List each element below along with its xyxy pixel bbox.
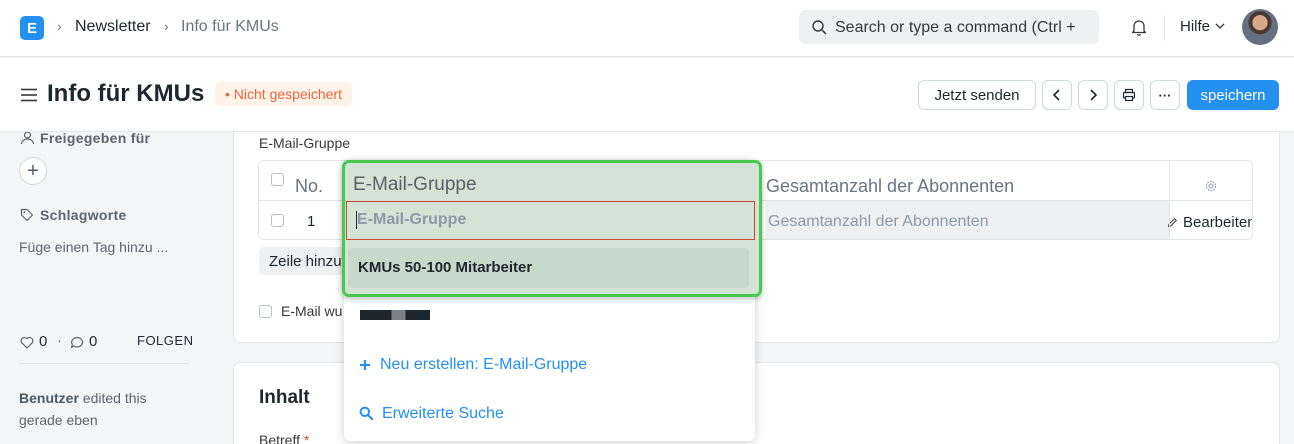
chevron-right-icon xyxy=(1090,89,1098,101)
status-badge-text: Nicht gespeichert xyxy=(233,86,342,102)
sidebar-toggle-icon[interactable] xyxy=(20,88,38,102)
edit-row-button[interactable]: Bearbeiten xyxy=(1183,214,1252,231)
page-head: Info für KMUs • Nicht gespeichert Jetzt … xyxy=(0,58,1294,132)
redacted-option[interactable] xyxy=(360,310,430,320)
chevron-left-icon xyxy=(1052,89,1060,101)
subject-label-text: Betreff xyxy=(259,432,300,444)
app-logo[interactable]: E xyxy=(20,16,44,40)
select-all-checkbox[interactable] xyxy=(271,173,284,186)
row-checkbox[interactable] xyxy=(271,214,284,227)
dropdown-option[interactable]: KMUs 50-100 Mitarbeiter xyxy=(348,248,749,288)
subject-label: Betreff * xyxy=(259,432,309,444)
subscribers-placeholder: Gesamtanzahl der Abonnenten xyxy=(768,213,989,230)
comments-count: 0 xyxy=(89,333,98,350)
search-icon xyxy=(812,20,827,35)
tags-label: Schlagworte xyxy=(40,207,127,223)
subscribers-cell[interactable]: Gesamtanzahl der Abonnenten xyxy=(766,201,1170,239)
printer-icon xyxy=(1122,88,1136,102)
required-mark: * xyxy=(303,432,310,444)
add-tag-link[interactable]: Füge einen Tag hinzu ... xyxy=(19,239,168,255)
next-record-button[interactable] xyxy=(1078,80,1108,110)
row-number: 1 xyxy=(307,213,316,230)
status-badge: • Nicht gespeichert xyxy=(215,82,352,106)
search-placeholder: Search or type a command (Ctrl + xyxy=(835,19,1076,36)
activity-time: gerade eben xyxy=(19,412,98,428)
chevron-down-icon[interactable] xyxy=(1215,22,1225,30)
column-divider xyxy=(1169,161,1170,239)
shared-with-label: Freigegeben für xyxy=(40,130,151,146)
print-button[interactable] xyxy=(1114,80,1144,110)
email-group-input[interactable]: E-Mail-Gruppe xyxy=(346,201,755,240)
avatar[interactable] xyxy=(1242,9,1278,45)
email-sent-checkbox[interactable] xyxy=(259,305,272,318)
form-sidebar: Freigegeben für + Schlagworte Füge einen… xyxy=(0,130,220,444)
activity-entry: Benutzer edited this xyxy=(19,390,147,406)
tag-icon xyxy=(20,208,34,222)
dropdown-option-label: KMUs 50-100 Mitarbeiter xyxy=(358,259,533,276)
create-new-option[interactable]: Neu erstellen: E-Mail-Gruppe xyxy=(380,356,587,374)
navbar-divider xyxy=(1164,15,1165,41)
column-header-email-group: E-Mail-Gruppe xyxy=(353,174,477,195)
email-sent-field: E-Mail wurde gesendet xyxy=(281,303,343,323)
dot-separator: · xyxy=(57,332,62,349)
bell-icon[interactable] xyxy=(1129,17,1149,37)
email-group-section-label: E-Mail-Gruppe xyxy=(259,135,351,151)
page-title: Info für KMUs xyxy=(47,80,205,107)
previous-record-button[interactable] xyxy=(1042,80,1072,110)
help-dropdown[interactable]: Hilfe xyxy=(1180,18,1210,35)
send-now-button[interactable]: Jetzt senden xyxy=(918,80,1036,110)
breadcrumb-current[interactable]: Info für KMUs xyxy=(181,18,279,36)
chevron-right-icon: › xyxy=(57,18,62,34)
sidebar-divider xyxy=(19,363,189,364)
breadcrumb-newsletter[interactable]: Newsletter xyxy=(75,18,151,36)
comment-icon[interactable] xyxy=(70,336,84,349)
column-header-subscribers: Gesamtanzahl der Abonnenten xyxy=(766,176,1015,196)
search-bar[interactable]: Search or type a command (Ctrl + xyxy=(799,10,1099,44)
top-navbar: E › Newsletter › Info für KMUs Search or… xyxy=(0,0,1294,57)
heart-icon[interactable] xyxy=(20,336,34,349)
gear-icon[interactable] xyxy=(1204,179,1218,193)
email-sent-label: E-Mail wurde gesendet xyxy=(281,303,343,319)
add-row-button[interactable]: Zeile hinzufügen xyxy=(259,247,349,275)
chevron-right-icon: › xyxy=(164,18,169,34)
more-actions-button[interactable]: ··· xyxy=(1150,80,1180,110)
plus-icon xyxy=(360,360,370,370)
advanced-search-option[interactable]: Erweiterte Suche xyxy=(382,405,504,423)
email-group-input-placeholder: E-Mail-Gruppe xyxy=(357,211,467,228)
column-header-no: No. xyxy=(295,176,324,196)
content-section-title: Inhalt xyxy=(259,387,310,408)
users-icon xyxy=(20,131,35,145)
add-share-button[interactable]: + xyxy=(19,157,47,185)
save-button[interactable]: speichern xyxy=(1187,80,1279,110)
activity-text: edited this xyxy=(78,390,147,406)
search-icon xyxy=(359,406,373,420)
likes-count: 0 xyxy=(39,333,48,350)
activity-user[interactable]: Benutzer xyxy=(19,390,79,406)
add-row-label: Zeile hinzufügen xyxy=(269,253,349,270)
follow-button[interactable]: FOLGEN xyxy=(137,333,193,348)
